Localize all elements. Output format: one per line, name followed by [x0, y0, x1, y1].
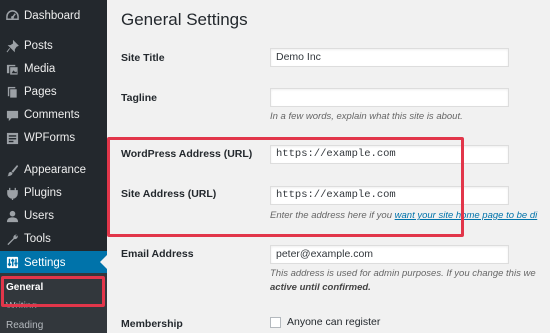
sidebar-item-label: WPForms: [24, 132, 76, 144]
sidebar-item-plugins[interactable]: Plugins: [0, 182, 107, 204]
user-icon: [5, 209, 19, 223]
sidebar-item-comments[interactable]: Comments: [0, 104, 107, 126]
tagline-input[interactable]: [270, 88, 509, 107]
sidebar-item-label: Dashboard: [24, 10, 81, 22]
comment-icon: [5, 108, 19, 122]
sidebar-item-label: Comments: [24, 109, 80, 121]
email-description-line1: This address is used for admin purposes.…: [270, 268, 536, 279]
membership-label: Membership: [121, 318, 183, 330]
sidebar-item-posts[interactable]: Posts: [0, 35, 107, 57]
sidebar-item-label: Settings: [24, 256, 66, 269]
url-fields-highlight: [107, 137, 464, 237]
anyone-can-register-checkbox[interactable]: [270, 317, 281, 328]
brush-icon: [5, 163, 19, 177]
plugin-icon: [5, 186, 19, 200]
wrench-icon: [5, 232, 19, 246]
sidebar-item-label: Plugins: [24, 187, 62, 199]
pin-icon: [5, 39, 19, 53]
active-menu-pointer: [100, 255, 107, 269]
sidebar-item-appearance[interactable]: Appearance: [0, 159, 107, 181]
sidebar-item-settings[interactable]: Settings: [0, 251, 107, 274]
email-address-label: Email Address: [121, 248, 194, 260]
sidebar-item-media[interactable]: Media: [0, 58, 107, 80]
sidebar-item-label: Users: [24, 210, 55, 222]
pages-icon: [5, 85, 19, 99]
sidebar-item-users[interactable]: Users: [0, 205, 107, 227]
sidebar-item-pages[interactable]: Pages: [0, 81, 107, 103]
dashboard-icon: [5, 9, 19, 23]
settings-icon: [5, 256, 19, 270]
general-menu-highlight: [1, 276, 105, 307]
sidebar-item-label: Pages: [24, 86, 57, 98]
tagline-description: In a few words, explain what this site i…: [270, 111, 463, 122]
media-icon: [5, 62, 19, 76]
sidebar-item-label: Media: [24, 63, 56, 75]
forms-icon: [5, 131, 19, 145]
email-description-line2: active until confirmed.: [270, 282, 371, 293]
site-title-input[interactable]: Demo Inc: [270, 48, 509, 67]
sidebar-item-dashboard[interactable]: Dashboard: [0, 5, 107, 27]
page-title: General Settings: [121, 10, 248, 29]
sidebar-item-label: Posts: [24, 40, 53, 52]
sidebar-item-tools[interactable]: Tools: [0, 228, 107, 250]
submenu-item-reading[interactable]: Reading: [6, 320, 43, 331]
email-description-emphasis: active until confirmed.: [270, 282, 371, 293]
email-address-input[interactable]: peter@example.com: [270, 245, 509, 264]
sidebar-item-wpforms[interactable]: WPForms: [0, 127, 107, 149]
sidebar-item-label: Appearance: [24, 164, 87, 176]
anyone-can-register-label[interactable]: Anyone can register: [287, 316, 380, 328]
site-title-label: Site Title: [121, 52, 165, 64]
tagline-label: Tagline: [121, 92, 157, 104]
sidebar-item-label: Tools: [24, 233, 51, 245]
